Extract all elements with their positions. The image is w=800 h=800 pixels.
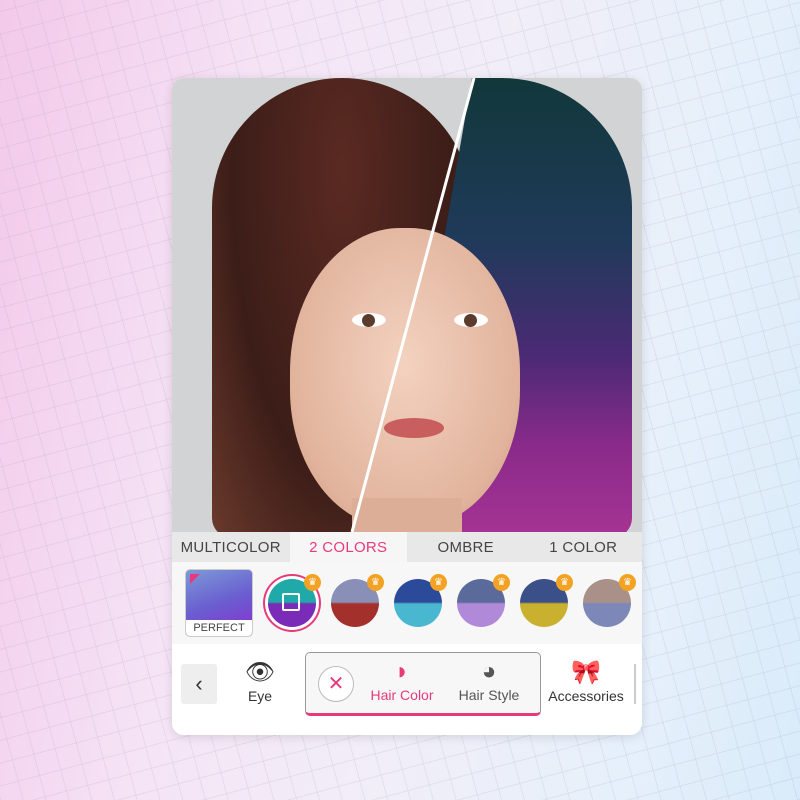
- perfect-label: PERFECT: [186, 620, 252, 636]
- clear-button[interactable]: ✕: [318, 666, 354, 702]
- crown-icon: ♛: [619, 574, 636, 591]
- crown-icon: ♛: [493, 574, 510, 591]
- crown-icon: ♛: [430, 574, 447, 591]
- category-eye[interactable]: 👁 Eye: [230, 658, 290, 704]
- bow-icon: 🎀: [571, 659, 601, 686]
- crown-icon: ♛: [556, 574, 573, 591]
- edit-icon: [282, 593, 300, 611]
- swatch-navy-gold[interactable]: ♛: [520, 574, 573, 627]
- new-corner-badge: [190, 574, 200, 584]
- swatch-blue-cyan[interactable]: ♛: [394, 574, 447, 627]
- swatch-slate-violet[interactable]: ♛: [457, 574, 510, 627]
- category-label: Hair Color: [370, 687, 434, 703]
- category-label: Accessories: [548, 688, 624, 704]
- category-label: Hair Style: [458, 687, 520, 703]
- swatch-lavender-red[interactable]: ♛: [331, 574, 384, 627]
- crown-icon: ♛: [367, 574, 384, 591]
- category-accessories[interactable]: 🎀 Accessories: [542, 658, 630, 704]
- tab-1-color[interactable]: 1 COLOR: [525, 532, 643, 562]
- preview-photo[interactable]: [172, 78, 642, 532]
- swatch-taupe-periwinkle[interactable]: ♛: [583, 574, 636, 627]
- eye-icon: 👁: [244, 659, 276, 686]
- swatch-teal-purple[interactable]: ♛: [268, 574, 321, 627]
- back-button[interactable]: ‹: [181, 664, 217, 704]
- swatch-strip: PERFECT ♛ ♛ ♛ ♛ ♛ ♛: [172, 562, 642, 644]
- category-hair-color[interactable]: ◗ Hair Color: [362, 657, 442, 703]
- hair-style-icon: ◕: [481, 658, 497, 685]
- color-mode-tabs: MULTICOLOR 2 COLORS OMBRE 1 COLOR: [172, 532, 642, 562]
- category-bar: ‹ 👁 Eye ✕ ◗ Hair Color ◕ Hair Style 🎀 Ac…: [172, 644, 642, 735]
- app-card: MULTICOLOR 2 COLORS OMBRE 1 COLOR PERFEC…: [172, 78, 642, 735]
- category-label: Eye: [247, 688, 273, 704]
- crown-icon: ♛: [304, 574, 321, 591]
- tab-2-colors[interactable]: 2 COLORS: [289, 532, 407, 562]
- scrollbar[interactable]: [634, 664, 636, 704]
- category-hair-style[interactable]: ◕ Hair Style: [446, 657, 532, 703]
- hair-color-icon: ◗: [394, 658, 410, 685]
- perfect-preset[interactable]: PERFECT: [185, 569, 253, 637]
- tab-ombre[interactable]: OMBRE: [407, 532, 525, 562]
- active-category-group: ✕ ◗ Hair Color ◕ Hair Style: [305, 652, 541, 716]
- compare-slider[interactable]: [172, 78, 642, 532]
- tab-multicolor[interactable]: MULTICOLOR: [172, 532, 290, 562]
